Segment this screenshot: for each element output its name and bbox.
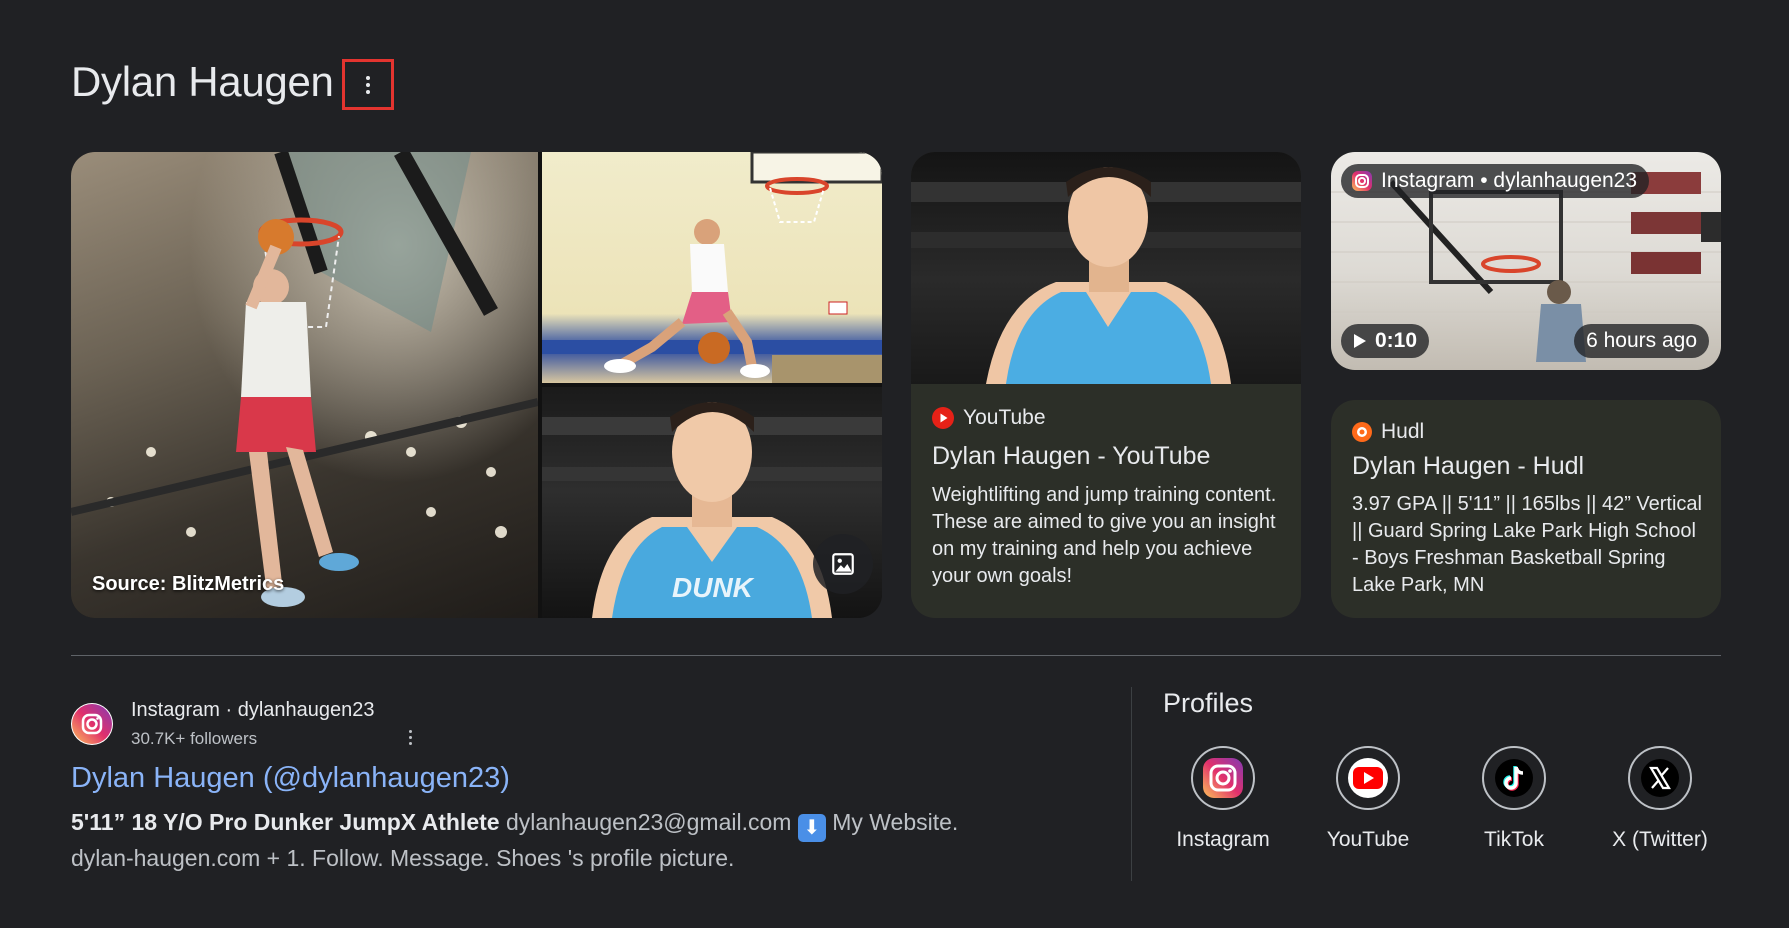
section-divider <box>71 655 1721 656</box>
instagram-icon <box>1352 171 1372 191</box>
youtube-icon <box>932 407 954 429</box>
down-arrow-emoji-icon: ⬇ <box>797 814 826 842</box>
result-snippet: 5'11” 18 Y/O Pro Dunker JumpX Athlete dy… <box>71 806 1051 875</box>
result-followers: 30.7K+ followers <box>131 729 258 748</box>
column-divider <box>1131 687 1132 881</box>
profiles-heading: Profiles <box>1163 688 1254 718</box>
video-duration-text: 0:10 <box>1375 329 1418 352</box>
video-posted-time: 6 hours ago <box>1574 324 1709 358</box>
page-title: Dylan Haugen <box>71 58 334 105</box>
more-options-button[interactable] <box>342 59 394 110</box>
view-images-button[interactable] <box>813 534 873 594</box>
dunk-photo-arena[interactable]: Source: BlitzMetrics <box>71 152 538 618</box>
more-vert-icon <box>366 75 370 94</box>
youtube-thumbnail <box>911 152 1301 384</box>
hudl-card-description: 3.97 GPA || 5'11” || 165lbs || 42” Verti… <box>1352 493 1702 596</box>
youtube-card-title: Dylan Haugen - YouTube <box>932 442 1211 470</box>
svg-text:DUNK: DUNK <box>672 572 755 603</box>
image-mosaic: Source: BlitzMetrics DUNK <box>71 152 882 618</box>
portrait-photo[interactable]: DUNK <box>542 387 882 618</box>
result-site-name: Instagram · dylanhaugen23 <box>131 699 375 721</box>
profile-instagram-label: Instagram <box>1176 828 1270 851</box>
dunk-photo-gym[interactable] <box>542 152 882 383</box>
profile-x-twitter-label: X (Twitter) <box>1612 828 1708 851</box>
snippet-website: My Website. <box>825 809 959 835</box>
snippet-bold: 5'11” 18 Y/O Pro Dunker JumpX Athlete <box>71 809 500 835</box>
profile-instagram[interactable]: Instagram <box>1158 746 1288 852</box>
profile-x-twitter[interactable]: X (Twitter) <box>1595 746 1725 852</box>
instagram-icon <box>72 704 112 744</box>
instagram-source-pill: Instagram • dylanhaugen23 <box>1341 164 1650 198</box>
youtube-card[interactable]: YouTube Dylan Haugen - YouTube Weightlif… <box>911 152 1301 618</box>
profile-x-circle <box>1628 746 1692 810</box>
more-vert-icon <box>408 730 412 752</box>
instagram-icon <box>1203 758 1243 798</box>
profile-tiktok-circle <box>1482 746 1546 810</box>
tiktok-icon <box>1495 759 1533 797</box>
profile-youtube-circle <box>1336 746 1400 810</box>
instagram-video-card[interactable]: Instagram • dylanhaugen23 0:10 6 hours a… <box>1331 152 1721 370</box>
snippet-email: dylanhaugen23@gmail.com <box>499 809 798 835</box>
video-duration: 0:10 <box>1341 324 1430 358</box>
profile-youtube-label: YouTube <box>1326 828 1410 851</box>
hudl-icon <box>1352 422 1372 442</box>
image-icon <box>832 553 854 575</box>
profile-youtube[interactable]: YouTube <box>1303 746 1433 852</box>
play-icon <box>1354 334 1366 348</box>
hudl-card-title: Dylan Haugen - Hudl <box>1352 452 1585 480</box>
profile-tiktok[interactable]: TikTok <box>1449 746 1579 852</box>
youtube-card-source: YouTube <box>963 406 1046 429</box>
snippet-line2: dylan-haugen.com + 1. Follow. Message. S… <box>71 845 735 871</box>
youtube-card-description: Weightlifting and jump training content.… <box>932 484 1277 587</box>
hudl-card[interactable]: Hudl Dylan Haugen - Hudl 3.97 GPA || 5'1… <box>1331 400 1721 618</box>
hudl-card-source: Hudl <box>1381 420 1425 443</box>
instagram-video-source: Instagram • dylanhaugen23 <box>1381 169 1638 192</box>
result-more-options-button[interactable] <box>400 730 420 752</box>
result-title-link[interactable]: Dylan Haugen (@dylanhaugen23) <box>71 762 510 795</box>
profile-tiktok-label: TikTok <box>1484 828 1544 851</box>
image-source-label: Source: BlitzMetrics <box>92 573 285 595</box>
x-twitter-icon <box>1641 759 1679 797</box>
profile-instagram-circle <box>1191 746 1255 810</box>
youtube-icon <box>1348 758 1388 798</box>
instagram-site-logo <box>71 703 113 745</box>
